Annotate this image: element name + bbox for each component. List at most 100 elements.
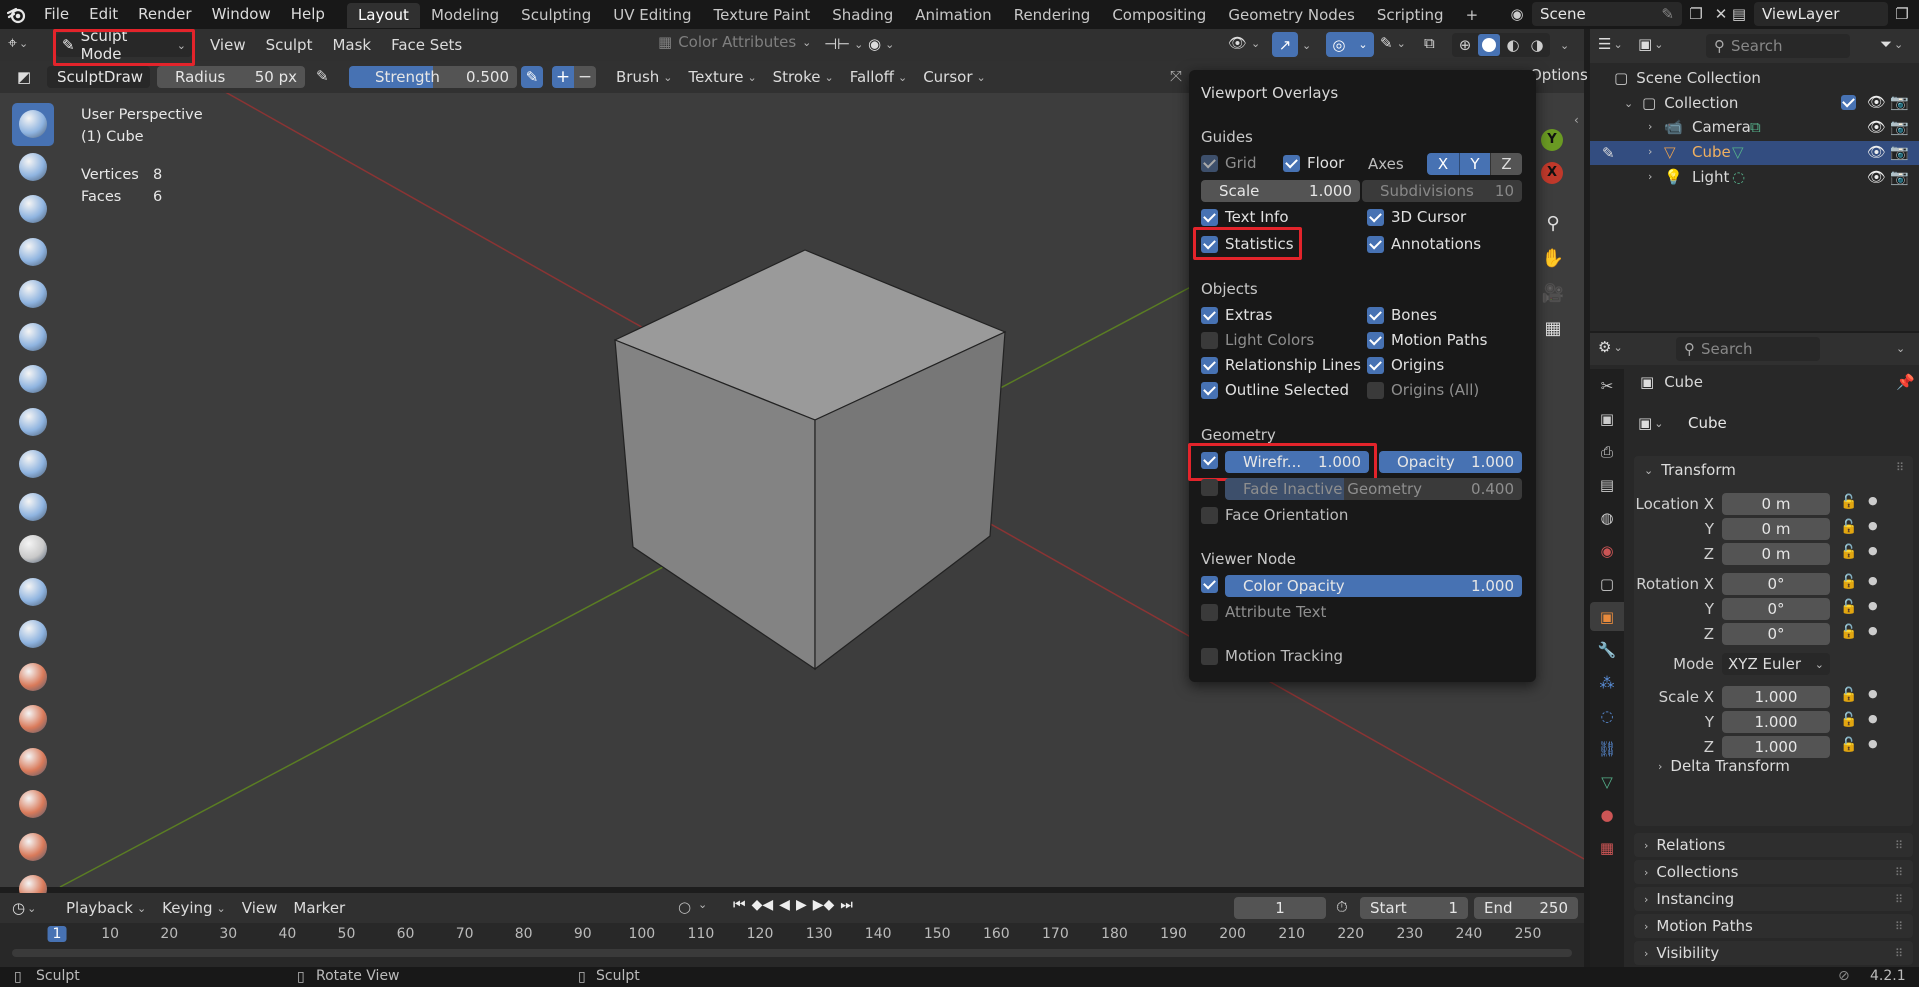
grid-scale-field[interactable]: Scale 1.000 — [1201, 180, 1360, 202]
properties-editor-type[interactable]: ⚙ ⌄ — [1598, 338, 1623, 356]
sculpt-tool-grab[interactable] — [12, 741, 54, 784]
object-name-field[interactable]: Cube — [1680, 411, 1911, 435]
stopwatch-icon[interactable]: ⏱ — [1336, 898, 1348, 916]
sculpt-tool-flatten[interactable] — [12, 528, 54, 571]
camera-view-icon[interactable]: 🎥 — [1540, 283, 1566, 309]
cursor-dropdown[interactable]: Cursor ⌄ — [915, 65, 994, 89]
axis-x-toggle[interactable]: X — [1427, 153, 1459, 175]
eye-icon[interactable]: 👁 — [1867, 118, 1886, 136]
outliner-item-light[interactable]: › 💡 Light ◌ 👁 📷 — [1590, 166, 1919, 190]
outliner-item-camera[interactable]: › 📹 Camera ⧉ 👁 📷 — [1590, 116, 1919, 140]
scene-name-field[interactable]: Scene ✎ — [1532, 2, 1682, 26]
properties-tab-texture[interactable]: ▦ — [1590, 833, 1624, 862]
rotation-z-field[interactable]: 0° — [1722, 623, 1830, 645]
brush-dropdown[interactable]: Brush ⌄ — [608, 65, 681, 89]
play-icon[interactable]: ▶ — [796, 897, 807, 913]
prev-keyframe-icon[interactable]: ◆◀ — [752, 897, 774, 913]
properties-tab-collection[interactable]: ▢ — [1590, 569, 1624, 598]
symmetry-dropdown[interactable]: ⊣⊢ ⌄ — [824, 35, 863, 53]
eye-icon[interactable]: 👁 — [1867, 143, 1886, 161]
header-menu-view[interactable]: View — [200, 33, 256, 57]
editor-type-dropdown[interactable]: ⌖ ⌄ — [8, 33, 28, 53]
workspace-tab-shading[interactable]: Shading — [821, 3, 904, 28]
pivot-dropdown[interactable]: ◉ ⌄ — [868, 35, 894, 53]
properties-tab-modifiers[interactable]: 🔧 — [1590, 635, 1624, 664]
location-x-field[interactable]: 0 m — [1722, 493, 1830, 515]
transform-affect-icon[interactable]: ⤧ — [1170, 67, 1182, 85]
workspace-tab-animation[interactable]: Animation — [904, 3, 1002, 28]
section-instancing[interactable]: › Instancing ⠿ — [1634, 887, 1913, 911]
face-orientation-checkbox[interactable]: Face Orientation — [1201, 506, 1348, 524]
collection-exclude-checkbox[interactable] — [1841, 95, 1856, 110]
workspace-tab-rendering[interactable]: Rendering — [1003, 3, 1102, 28]
scale-z-field[interactable]: 1.000 — [1722, 736, 1830, 758]
location-z-field[interactable]: 0 m — [1722, 543, 1830, 565]
solid-shading-icon[interactable] — [1478, 34, 1500, 56]
camera-render-icon[interactable]: 📷 — [1890, 143, 1909, 161]
play-reverse-icon[interactable]: ◀ — [779, 897, 790, 913]
texture-dropdown[interactable]: Texture ⌄ — [681, 65, 765, 89]
workspace-tab-scripting[interactable]: Scripting — [1366, 3, 1455, 28]
keyframe-dot-icon[interactable]: ● — [1868, 624, 1878, 637]
transform-drag-handle[interactable]: ⠿ — [1896, 461, 1904, 474]
lock-icon[interactable]: 🔓 — [1840, 687, 1857, 703]
properties-tab-particles[interactable]: ⁂ — [1590, 668, 1624, 697]
lock-icon[interactable]: 🔓 — [1840, 624, 1857, 640]
location-y-field[interactable]: 0 m — [1722, 518, 1830, 540]
view-layer-field[interactable]: ViewLayer — [1754, 2, 1888, 26]
keyframe-dot-icon[interactable]: ● — [1868, 687, 1878, 700]
sidebar-toggle-icon[interactable]: ‹ — [1574, 113, 1584, 133]
add-workspace-button[interactable]: + — [1455, 3, 1490, 28]
origins-all-checkbox[interactable]: Origins (All) — [1367, 381, 1479, 399]
subdivisions-field[interactable]: Subdivisions 10 — [1362, 180, 1522, 202]
end-frame-field[interactable]: End 250 — [1474, 897, 1578, 919]
brush-preview-icon[interactable]: ◩ — [17, 68, 37, 86]
blender-logo-icon[interactable] — [0, 0, 34, 29]
properties-tab-material[interactable]: ● — [1590, 800, 1624, 829]
workspace-tab-uv-editing[interactable]: UV Editing — [602, 3, 702, 28]
menu-file[interactable]: File — [34, 0, 79, 29]
transform-header[interactable]: ⌄ Transform — [1644, 461, 1736, 479]
sculpt-tool-layer[interactable] — [12, 316, 54, 359]
falloff-dropdown[interactable]: Falloff ⌄ — [842, 65, 916, 89]
properties-options-dropdown[interactable]: ⌄ — [1896, 338, 1905, 356]
timeline-menu-playback[interactable]: Playback ⌄ — [58, 896, 154, 920]
camera-render-icon[interactable]: 📷 — [1890, 168, 1909, 186]
sculpt-tool-scrape[interactable] — [12, 613, 54, 656]
strength-slider[interactable]: Strength 0.500 — [349, 66, 517, 88]
drag-handle-icon[interactable]: ⠿ — [1895, 839, 1903, 852]
radius-pressure-icon[interactable]: ✎ — [316, 67, 329, 85]
timeline-menu-keying[interactable]: Keying ⌄ — [154, 896, 234, 920]
object-data-dropdown[interactable]: ▣ ⌄ — [1638, 414, 1676, 432]
header-menu-face-sets[interactable]: Face Sets — [381, 33, 472, 57]
lock-icon[interactable]: 🔓 — [1840, 599, 1857, 615]
material-shading-icon[interactable]: ◐ — [1502, 36, 1524, 54]
properties-tab-scene[interactable]: ◍ — [1590, 503, 1624, 532]
outliner-item-cube[interactable]: ✎ › ▽ Cube ▽ 👁 📷 — [1590, 141, 1919, 165]
axis-y-toggle[interactable]: Y — [1459, 153, 1490, 175]
sculpt-tool-multiplane-scrape[interactable] — [12, 656, 54, 699]
scale-y-field[interactable]: 1.000 — [1722, 711, 1830, 733]
rendered-shading-icon[interactable]: ◑ — [1526, 36, 1548, 54]
rotation-y-field[interactable]: 0° — [1722, 598, 1830, 620]
fade-inactive-checkbox[interactable] — [1201, 479, 1218, 496]
scene-collection-row[interactable]: ▢ Scene Collection — [1614, 66, 1761, 90]
origins-checkbox[interactable]: Origins — [1367, 356, 1444, 374]
lock-icon[interactable]: 🔓 — [1840, 494, 1857, 510]
add-direction-button[interactable]: + — [552, 66, 574, 88]
subtract-direction-button[interactable]: − — [574, 66, 596, 88]
lock-icon[interactable]: 🔓 — [1840, 519, 1857, 535]
text-info-checkbox[interactable]: Text Info — [1201, 208, 1289, 226]
gizmo-dropdown[interactable]: ⌄ — [1302, 35, 1311, 53]
motion-tracking-checkbox[interactable]: Motion Tracking — [1201, 647, 1343, 665]
grid-checkbox[interactable]: Grid — [1201, 154, 1256, 172]
sculpt-tool-fill[interactable] — [12, 571, 54, 614]
outline-selected-checkbox[interactable]: Outline Selected — [1201, 381, 1349, 399]
annotations-dropdown[interactable]: ✎ ⌄ — [1380, 34, 1406, 52]
properties-tab-render[interactable]: ▣ — [1590, 404, 1624, 433]
section-collections[interactable]: › Collections ⠿ — [1634, 860, 1913, 884]
workspace-tab-sculpting[interactable]: Sculpting — [510, 3, 602, 28]
workspace-tab-geometry-nodes[interactable]: Geometry Nodes — [1217, 3, 1366, 28]
scene-selector-icon[interactable]: ◉ — [1504, 2, 1530, 26]
shading-dropdown[interactable]: ⌄ — [1560, 35, 1569, 53]
